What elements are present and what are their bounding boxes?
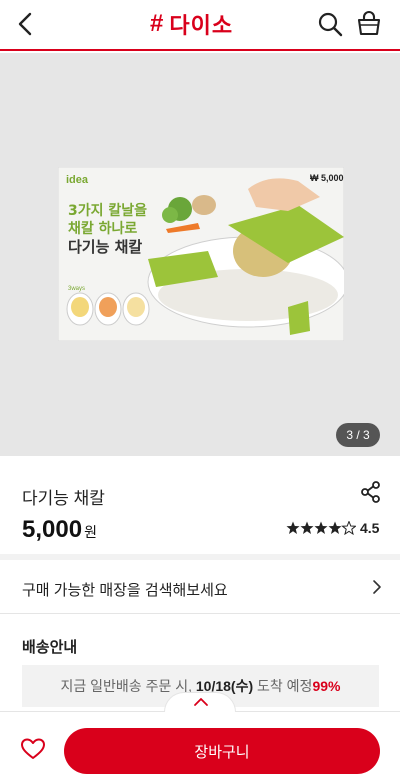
product-image: idea 3가지 칼날을 채칼 하나로 다기능 채칼 3ways ₩ 5,000 bbox=[58, 167, 344, 341]
brand-logo[interactable]: # 다이소 bbox=[150, 10, 233, 38]
delivery-text-after: 도착 예정 bbox=[257, 678, 313, 694]
app-header: # 다이소 bbox=[0, 0, 400, 51]
cart-header-button[interactable] bbox=[355, 9, 383, 37]
shopping-bag-icon bbox=[357, 11, 381, 36]
share-icon bbox=[361, 481, 380, 503]
chevron-up-icon bbox=[194, 698, 208, 706]
store-search-label: 구매 가능한 매장을 검색해보세요 bbox=[22, 582, 228, 599]
collapse-toggle[interactable] bbox=[164, 692, 236, 712]
wishlist-button[interactable] bbox=[20, 737, 46, 761]
price-value: 5,000 bbox=[22, 516, 83, 543]
logo-hash: # bbox=[150, 10, 164, 37]
image-brand: idea bbox=[66, 174, 89, 186]
delivery-text-before: 지금 일반배송 주문 시, bbox=[60, 678, 192, 694]
product-rating: 4.5 bbox=[286, 520, 379, 536]
share-button[interactable] bbox=[360, 480, 382, 504]
image-pager: 3 / 3 bbox=[336, 423, 380, 447]
back-button[interactable] bbox=[10, 8, 42, 40]
store-search-row[interactable]: 구매 가능한 매장을 검색해보세요 bbox=[0, 562, 400, 614]
price-unit: 원 bbox=[84, 524, 97, 540]
product-price: 5,000 원 bbox=[22, 516, 97, 544]
half-star-icon bbox=[341, 521, 356, 535]
image-price-badge: ₩ 5,000 bbox=[310, 173, 344, 183]
image-headline-2: 채칼 하나로 bbox=[68, 220, 137, 237]
star-icon bbox=[328, 521, 342, 534]
product-info: 다기능 채칼 5,000 원 4.5 bbox=[0, 456, 400, 560]
add-to-cart-button[interactable]: 장바구니 bbox=[64, 728, 380, 774]
delivery-percent: 99% bbox=[312, 678, 341, 694]
search-icon bbox=[318, 12, 343, 37]
logo-text: 다이소 bbox=[169, 13, 234, 38]
image-ways: 3ways bbox=[68, 286, 85, 292]
product-name: 다기능 채칼 bbox=[22, 489, 105, 508]
star-icon bbox=[314, 521, 328, 534]
chevron-right-icon bbox=[373, 580, 381, 594]
delivery-title: 배송안내 bbox=[22, 639, 78, 656]
rating-stars bbox=[286, 521, 356, 535]
star-icon bbox=[300, 521, 314, 534]
image-headline-3: 다기능 채칼 bbox=[68, 238, 142, 256]
search-button[interactable] bbox=[316, 10, 344, 38]
product-gallery[interactable]: idea 3가지 칼날을 채칼 하나로 다기능 채칼 3ways ₩ 5,000… bbox=[0, 53, 400, 456]
star-icon bbox=[286, 521, 300, 534]
chevron-left-icon bbox=[18, 12, 32, 36]
rating-value: 4.5 bbox=[360, 520, 380, 536]
heart-icon bbox=[21, 738, 45, 759]
image-headline-1: 3가지 칼날을 bbox=[68, 203, 147, 219]
